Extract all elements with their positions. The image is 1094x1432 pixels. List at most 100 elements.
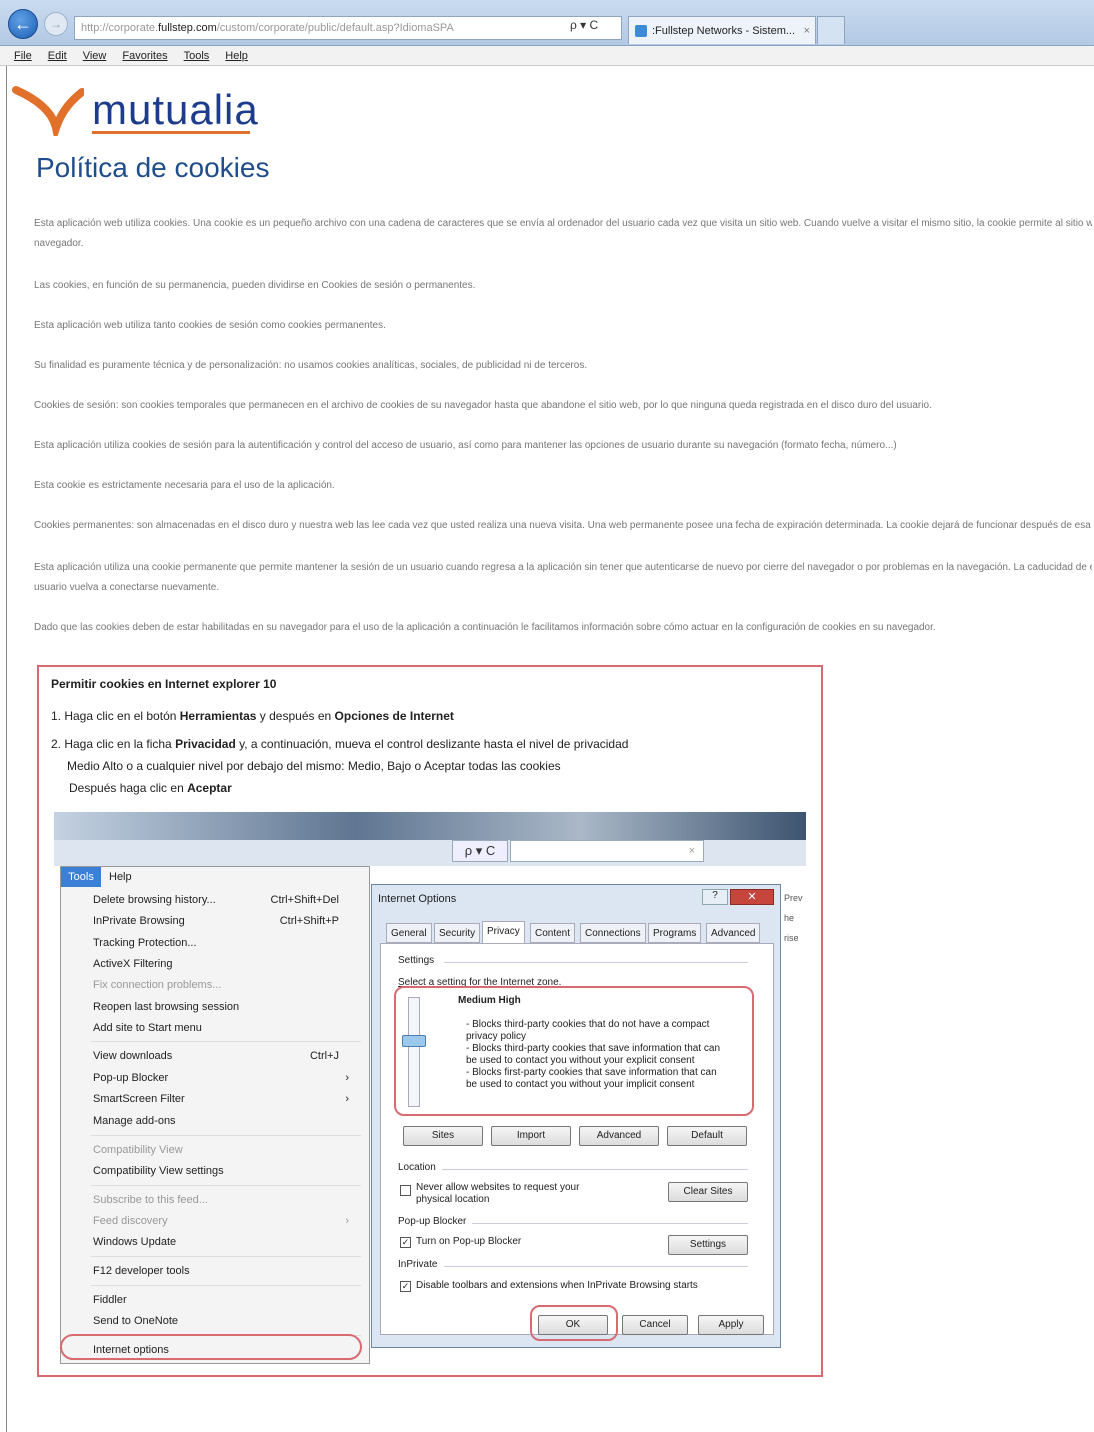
menu-separator [91, 1285, 361, 1286]
screenshot-search-controls: ρ ▾ C [452, 840, 508, 862]
background-page-text: Prev he rise [784, 893, 803, 943]
paragraph: Su finalidad es puramente técnica y de p… [34, 360, 588, 371]
paragraph: Esta aplicación web utiliza tanto cookie… [34, 320, 386, 331]
menu-item: InPrivate Browsing Ctrl+Shift+P [93, 915, 339, 927]
tab-title: :Fullstep Networks - Sistem... [652, 24, 796, 37]
menu-item: Add site to Start menu [93, 1022, 202, 1034]
import-button: Import [491, 1126, 571, 1146]
highlight-internet-options [60, 1334, 362, 1360]
divider [472, 1223, 748, 1224]
inprivate-check-label: Disable toolbars and extensions when InP… [416, 1280, 698, 1291]
menu-item: Delete browsing history... Ctrl+Shift+Del [93, 894, 339, 906]
menu-item: ActiveX Filtering [93, 958, 173, 970]
privacy-slider-track [408, 997, 420, 1107]
instruction-step-2: 2. Haga clic en la ficha Privacidad y, a… [51, 737, 629, 751]
menu-file[interactable]: File [14, 50, 32, 62]
menu-item: Reopen last browsing session [93, 1001, 240, 1013]
menu-item: Windows Update [93, 1236, 177, 1248]
menu-help[interactable]: Help [225, 50, 248, 62]
paragraph: Las cookies, en función de su permanenci… [34, 280, 476, 291]
divider [444, 962, 748, 963]
menu-item: View downloads Ctrl+J [93, 1050, 339, 1062]
tab-content: Content [530, 923, 576, 943]
url-domain: fullstep.com [158, 22, 217, 34]
new-tab-button[interactable] [817, 16, 845, 44]
menu-item: SmartScreen Filter › [93, 1093, 349, 1105]
mutualia-logo-icon [12, 86, 84, 136]
paragraph: Dado que las cookies deben de estar habi… [34, 622, 936, 633]
menu-edit[interactable]: Edit [48, 50, 67, 62]
menu-item: Feed discovery › [93, 1215, 349, 1227]
menu-item: Tracking Protection... [93, 937, 197, 949]
dialog-title: Internet Options [378, 893, 457, 905]
popup-checkbox: ✓ [400, 1237, 411, 1248]
instruction-step-1: 1. Haga clic en el botón Herramientas y … [51, 709, 454, 723]
site-favicon-icon [635, 24, 647, 37]
window-border [6, 66, 7, 1432]
clear-sites-button: Clear Sites [668, 1182, 748, 1202]
logo-underline [92, 131, 250, 134]
screenshot-titlebar [54, 812, 806, 840]
menu-item: Subscribe to this feed... [93, 1194, 208, 1206]
menu-item: Compatibility View [93, 1144, 183, 1156]
popup-check-label: Turn on Pop-up Blocker [416, 1236, 522, 1247]
browser-toolbar: ← → http://corporate. fullstep.com/custom… [0, 0, 1094, 46]
tab-close-icon[interactable]: × [804, 25, 810, 37]
ok-button: OK [538, 1315, 608, 1335]
menu-separator [91, 1185, 361, 1186]
paragraph: Esta cookie es estrictamente necesaria p… [34, 480, 335, 491]
url-prefix: http://corporate. [81, 22, 159, 34]
menu-favorites[interactable]: Favorites [122, 50, 167, 62]
level-description: be used to contact you without your impl… [466, 1079, 695, 1090]
address-bar[interactable]: http://corporate. fullstep.com/custom/cor… [74, 16, 622, 40]
location-check-label: Never allow websites to request your [416, 1182, 580, 1193]
instructions-title: Permitir cookies en Internet explorer 10 [51, 677, 277, 691]
help-icon: ? [702, 889, 728, 905]
menu-separator [91, 1256, 361, 1257]
paragraph: Esta aplicación utiliza una cookie perma… [34, 562, 1092, 573]
menu-item: Fiddler [93, 1294, 127, 1306]
paragraph: Cookies de sesión: son cookies temporale… [34, 400, 932, 411]
logo-text: mutualia [92, 86, 259, 133]
popup-blocker-label: Pop-up Blocker [398, 1216, 467, 1227]
divider [442, 1169, 748, 1170]
forward-button[interactable]: → [44, 12, 68, 36]
menu-tools[interactable]: Tools [184, 50, 210, 62]
menu-separator [91, 1135, 361, 1136]
close-icon: ✕ [730, 889, 774, 905]
paragraph: Esta aplicación web utiliza cookies. Una… [34, 218, 1092, 229]
url-path: /custom/corporate/public/default.asp?Idi… [216, 22, 454, 34]
location-check-label-2: physical location [416, 1194, 490, 1205]
level-description: be used to contact you without your expl… [466, 1055, 695, 1066]
menu-item: Manage add-ons [93, 1115, 176, 1127]
menu-item: Send to OneNote [93, 1315, 179, 1327]
menu-view[interactable]: View [83, 50, 107, 62]
browser-tab[interactable]: :Fullstep Networks - Sistem... × [628, 16, 816, 44]
internet-options-dialog: Internet Options ? ✕ General Security Pr… [371, 884, 781, 1348]
location-checkbox [400, 1185, 411, 1196]
menu-item: Fix connection problems... [93, 979, 222, 991]
privacy-level: Medium High [458, 995, 521, 1006]
sites-button: Sites [403, 1126, 483, 1146]
paragraph: Esta aplicación utiliza cookies de sesió… [34, 440, 897, 451]
level-description: - Blocks third-party cookies that save i… [466, 1043, 721, 1054]
tools-menu-tab: Tools [61, 867, 101, 887]
cancel-button: Cancel [622, 1315, 688, 1335]
menu-bar: File Edit View Favorites Tools Help [0, 46, 1094, 66]
menu-separator [91, 1041, 361, 1042]
advanced-button: Advanced [579, 1126, 659, 1146]
search-refresh-controls[interactable]: ρ ▾ C [570, 18, 598, 32]
screenshot-address-input: × [510, 840, 704, 862]
instruction-step-2-line-3: Después haga clic en Aceptar [69, 781, 232, 795]
level-description: - Blocks first-party cookies that save i… [466, 1067, 717, 1078]
paragraph: Cookies permanentes: son almacenadas en … [34, 520, 1092, 531]
tab-general: General [386, 923, 432, 943]
page-title: Política de cookies [36, 152, 270, 183]
back-button[interactable]: ← [8, 9, 38, 39]
menu-item: Pop-up Blocker › [93, 1072, 349, 1084]
tab-programs: Programs [648, 923, 702, 943]
location-label: Location [398, 1162, 436, 1173]
tab-connections: Connections [580, 923, 646, 943]
tab-advanced: Advanced [706, 923, 761, 943]
inprivate-label: InPrivate [398, 1259, 438, 1270]
